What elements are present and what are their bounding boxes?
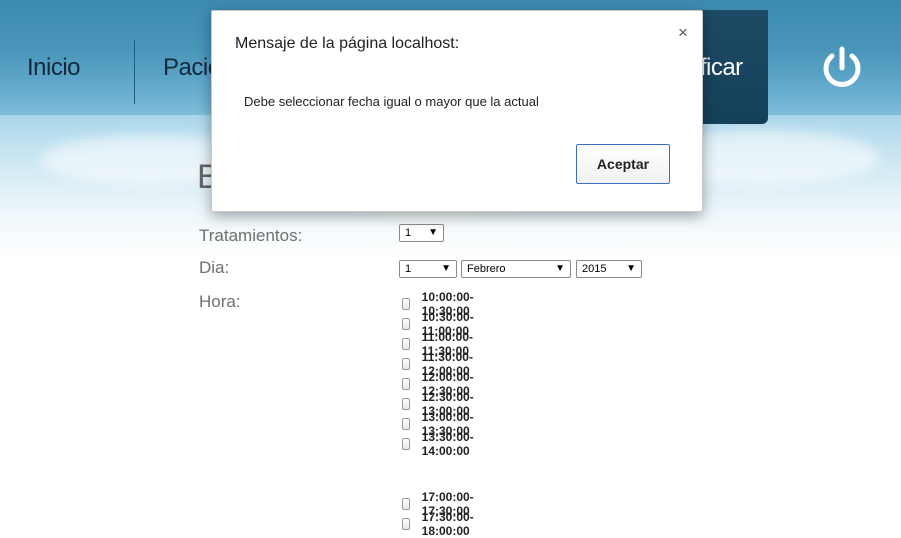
hour-checkbox[interactable]: [402, 498, 410, 510]
hour-checkbox[interactable]: [402, 398, 410, 410]
hour-checkbox[interactable]: [402, 518, 410, 530]
hora-label: Hora:: [199, 292, 241, 311]
accept-button[interactable]: Aceptar: [576, 144, 670, 184]
hour-checkbox[interactable]: [402, 378, 410, 390]
hour-option[interactable]: 13:30:00-14:00:00: [402, 430, 478, 458]
nav-item-inicio[interactable]: Inicio: [27, 54, 81, 82]
nav-divider: [134, 40, 135, 104]
dia-label: Dia:: [199, 258, 230, 277]
dia-select[interactable]: 1 ▼: [399, 260, 457, 278]
close-icon[interactable]: ×: [678, 23, 688, 43]
dialog-message: Debe seleccionar fecha igual o mayor que…: [244, 94, 539, 109]
anio-value: 2015: [582, 263, 607, 275]
chevron-down-icon: ▼: [428, 227, 438, 238]
hour-checkbox[interactable]: [402, 338, 410, 350]
hour-checkbox[interactable]: [402, 298, 410, 310]
anio-select[interactable]: 2015 ▼: [576, 260, 642, 278]
tratamientos-value: 1: [405, 227, 412, 239]
tratamientos-select[interactable]: 1 ▼: [399, 224, 444, 242]
power-icon[interactable]: [820, 46, 864, 90]
dialog-title: Mensaje de la página localhost:: [235, 35, 460, 52]
tratamientos-label: Tratamientos:: [199, 226, 303, 245]
alert-dialog: Mensaje de la página localhost: × Debe s…: [211, 10, 703, 212]
mes-value: Febrero: [467, 263, 506, 275]
hour-label: 13:30:00-14:00:00: [421, 430, 474, 458]
mes-select[interactable]: Febrero ▼: [461, 260, 571, 278]
chevron-down-icon: ▼: [555, 263, 565, 274]
chevron-down-icon: ▼: [626, 263, 636, 274]
hour-checkbox[interactable]: [402, 418, 410, 430]
dia-value: 1: [405, 263, 412, 275]
hour-checkbox[interactable]: [402, 358, 410, 370]
hour-label: 17:30:00-18:00:00: [421, 510, 474, 538]
hour-option[interactable]: 17:30:00-18:00:00: [402, 510, 478, 538]
hour-checkbox[interactable]: [402, 318, 410, 330]
hour-checkbox[interactable]: [402, 438, 410, 450]
chevron-down-icon: ▼: [441, 263, 451, 274]
